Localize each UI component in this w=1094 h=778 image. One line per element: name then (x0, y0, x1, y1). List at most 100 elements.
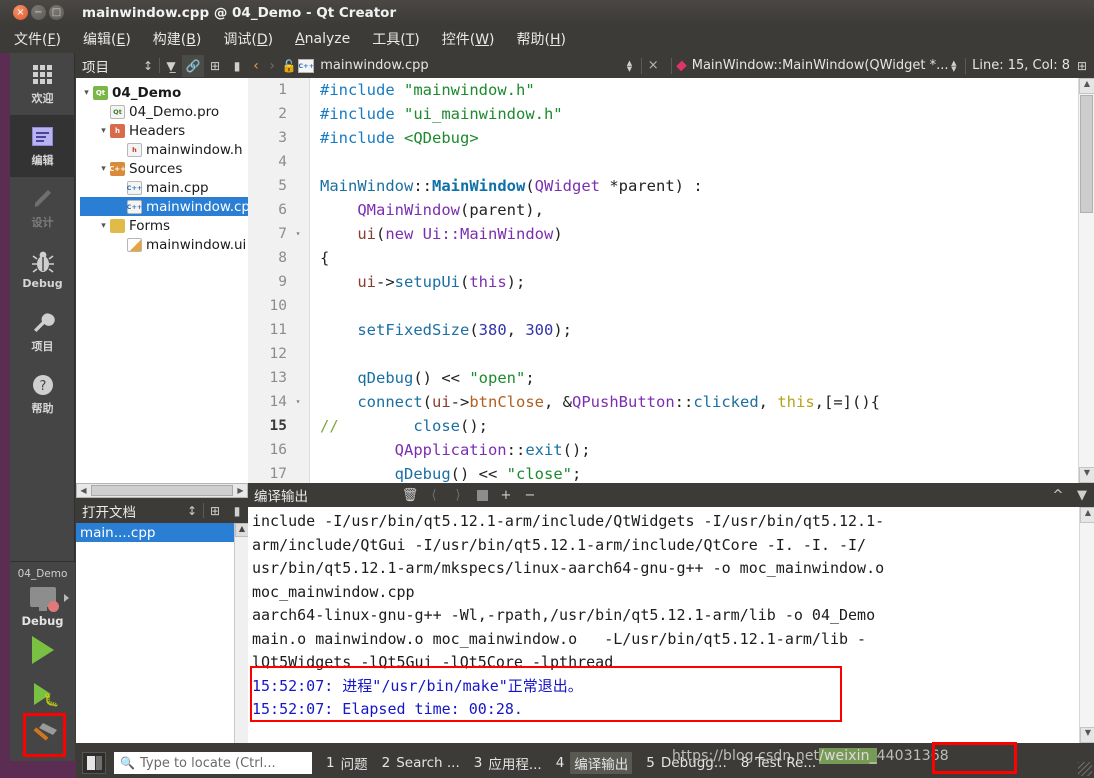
open-documents-scrollbar[interactable]: ▲ (234, 523, 248, 743)
expand-chevron-icon[interactable]: ▾ (97, 126, 110, 136)
mode-bug[interactable]: Debug (10, 239, 75, 301)
menu-item-4[interactable]: 调试(D) (223, 29, 273, 49)
menu-item-6[interactable]: 工具(T) (372, 29, 420, 49)
scroll-up-icon[interactable]: ▲ (1079, 78, 1094, 94)
scroll-right-icon[interactable]: ▶ (234, 486, 247, 495)
tree-item[interactable]: hmainwindow.h (80, 140, 248, 159)
split-editor-icon[interactable]: ⊞ (1070, 59, 1094, 73)
zoom-in-icon[interactable]: + (494, 483, 518, 507)
prev-icon[interactable]: ⟨ (422, 483, 446, 507)
tree-item[interactable]: ▾Forms (80, 216, 248, 235)
code-line[interactable]: MainWindow::MainWindow(QWidget *parent) … (310, 174, 1078, 198)
collapse-icon[interactable]: ▮ (226, 55, 248, 77)
tree-item[interactable]: C++main.cpp (80, 178, 248, 197)
kit-selector-button[interactable] (10, 580, 75, 614)
code-line[interactable]: #include <QDebug> (310, 126, 1078, 150)
close-window-button[interactable]: × (13, 5, 28, 20)
code-area[interactable]: 1234567▾891011121314▾151617 #include "ma… (248, 78, 1094, 483)
statusbar-tab-1[interactable]: 1问题 (326, 753, 368, 773)
menu-item-7[interactable]: 控件(W) (442, 29, 495, 49)
hscroll-thumb[interactable] (91, 485, 233, 496)
code-line[interactable]: ui(new Ui::MainWindow) (310, 222, 1078, 246)
zoom-out-icon[interactable]: − (518, 483, 542, 507)
navigate-forward-button[interactable]: › (264, 58, 280, 74)
editor-vscrollbar[interactable]: ▲ ▼ (1078, 78, 1094, 483)
mode-grid[interactable]: 欢迎 (10, 53, 75, 115)
code-line[interactable] (310, 294, 1078, 318)
code-line[interactable] (310, 150, 1078, 174)
editor-scroll-thumb[interactable] (1080, 95, 1093, 213)
stop-icon[interactable] (470, 483, 494, 507)
expand-chevron-icon[interactable]: ▾ (97, 221, 110, 231)
split-add-icon[interactable]: ⊞ (204, 500, 226, 522)
statusbar-tab-3[interactable]: 3应用程... (474, 753, 542, 773)
symbol-selector-spinner[interactable]: ▲▼ (948, 60, 959, 72)
locator-input[interactable]: 🔍 Type to locate (Ctrl... (114, 752, 312, 774)
scroll-down-icon[interactable]: ▼ (1080, 727, 1094, 743)
filter-icon[interactable]: ▼̲ (160, 55, 182, 77)
menu-item-3[interactable]: 构建(B) (153, 29, 202, 49)
statusbar-tab-2[interactable]: 2Search ... (382, 755, 460, 771)
file-selector-spinner[interactable]: ▲▼ (624, 60, 635, 72)
compile-output-text[interactable]: ▲ ▼ include -I/usr/bin/qt5.12.1-arm/incl… (248, 507, 1094, 743)
menu-item-2[interactable]: 编辑(E) (83, 29, 131, 49)
menu-item-5[interactable]: Analyze (295, 31, 350, 47)
debug-button[interactable]: 🐛 (10, 672, 75, 716)
collapse-icon[interactable]: ▮ (226, 500, 248, 522)
code-line[interactable] (310, 342, 1078, 366)
mode-wrench[interactable]: 项目 (10, 301, 75, 363)
code-line[interactable]: #include "mainwindow.h" (310, 78, 1078, 102)
clear-icon[interactable]: 🗑 (398, 483, 422, 507)
resize-grip[interactable] (1078, 762, 1092, 776)
link-sync-icon[interactable]: 🔗 (182, 55, 204, 77)
run-button[interactable] (10, 628, 75, 672)
toggle-sidebar-icon[interactable] (82, 752, 106, 774)
tree-item[interactable]: ▾hHeaders (80, 121, 248, 140)
tree-item[interactable]: Qt04_Demo.pro (80, 102, 248, 121)
code-text[interactable]: #include "mainwindow.h"#include "ui_main… (310, 78, 1078, 483)
code-line[interactable]: QApplication::exit(); (310, 438, 1078, 462)
code-line[interactable]: { (310, 246, 1078, 270)
code-line[interactable]: qDebug() << "close"; (310, 462, 1078, 483)
minimize-window-button[interactable]: − (31, 5, 46, 20)
code-line[interactable]: qDebug() << "open"; (310, 366, 1078, 390)
project-tree-hscrollbar[interactable]: ◀ ▶ (76, 483, 248, 498)
maximize-window-button[interactable]: □ (49, 5, 64, 20)
unlocked-icon[interactable]: 🔓 (280, 59, 298, 73)
menu-item-8[interactable]: 帮助(H) (517, 29, 566, 49)
mode-editor[interactable]: 编辑 (10, 115, 75, 177)
statusbar-tab-4[interactable]: 4编译输出 (556, 752, 633, 774)
scroll-left-icon[interactable]: ◀ (77, 486, 90, 495)
code-line[interactable]: setFixedSize(380, 300); (310, 318, 1078, 342)
close-document-button[interactable]: × (648, 58, 659, 73)
code-line[interactable]: #include "ui_mainwindow.h" (310, 102, 1078, 126)
tree-item[interactable]: ▾Qt04_Demo (80, 83, 248, 102)
scroll-down-icon[interactable]: ▼ (1079, 467, 1094, 483)
panel-selector-spinner[interactable]: ↕ (137, 55, 159, 77)
compile-output-scrollbar[interactable]: ▲ ▼ (1079, 507, 1094, 743)
build-button-highlight[interactable] (23, 713, 66, 757)
open-document-item[interactable]: main....cpp (76, 523, 248, 542)
mode-pencil[interactable]: 设计 (10, 177, 75, 239)
menu-item-1[interactable]: 文件(F) (14, 29, 61, 49)
tree-item[interactable]: mainwindow.ui (80, 235, 248, 254)
navigate-back-button[interactable]: ‹ (248, 58, 264, 74)
tree-item-selected[interactable]: C++mainwindow.cpp (80, 197, 248, 216)
editor-symbol-selector[interactable]: MainWindow::MainWindow(QWidget *... (692, 58, 949, 73)
mode-question[interactable]: ?帮助 (10, 363, 75, 425)
tree-item[interactable]: ▾C++Sources (80, 159, 248, 178)
editor-filename[interactable]: mainwindow.cpp (320, 58, 428, 73)
fold-marker-icon[interactable]: ▾ (293, 390, 303, 414)
code-line[interactable]: QMainWindow(parent), (310, 198, 1078, 222)
code-line[interactable]: connect(ui->btnClose, &QPushButton::clic… (310, 390, 1078, 414)
code-line[interactable]: // close(); (310, 414, 1078, 438)
expand-chevron-icon[interactable]: ▾ (80, 88, 93, 98)
fold-marker-icon[interactable]: ▾ (293, 222, 303, 246)
open-docs-selector-spinner[interactable]: ↕ (181, 500, 203, 522)
maximize-output-icon[interactable]: ^ (1046, 483, 1070, 507)
scroll-up-icon[interactable]: ▲ (235, 523, 249, 537)
code-line[interactable]: ui->setupUi(this); (310, 270, 1078, 294)
scroll-up-icon[interactable]: ▲ (1080, 507, 1094, 523)
next-icon[interactable]: ⟩ (446, 483, 470, 507)
close-output-icon[interactable]: ▼ (1070, 483, 1094, 507)
